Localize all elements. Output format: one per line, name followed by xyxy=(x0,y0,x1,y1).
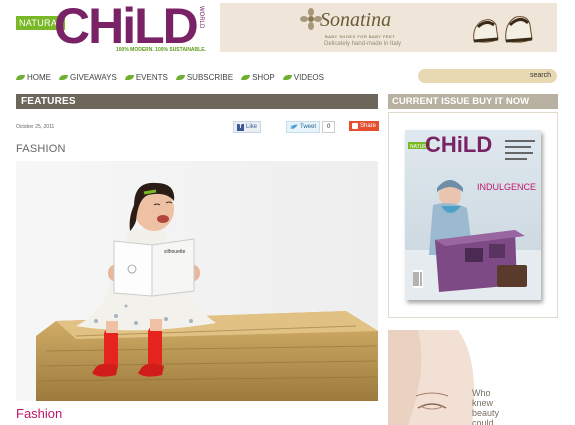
ad-copy: Who knew beauty could xyxy=(472,388,499,425)
nav-subscribe[interactable]: SUBSCRIBE xyxy=(175,72,234,82)
leaf-icon xyxy=(16,74,25,80)
current-issue-header: CURRENT ISSUE BUY IT NOW xyxy=(388,94,558,109)
tweet-count: 0 xyxy=(322,121,336,133)
nav-label: GIVEAWAYS xyxy=(70,72,117,82)
features-title: FEATURES xyxy=(21,96,76,107)
cover-headline: INDULGENCE xyxy=(477,182,536,192)
post-date: October 25, 2011 xyxy=(16,124,55,130)
facebook-icon: f xyxy=(237,123,244,131)
baby-shoes-image xyxy=(473,16,533,43)
leaf-icon xyxy=(124,74,134,80)
ad-flower-icon xyxy=(300,8,322,30)
fb-like-label: Like xyxy=(246,124,258,130)
post-caption-link[interactable]: Fashion xyxy=(16,406,62,421)
nav-videos[interactable]: VIDEOS xyxy=(282,72,324,82)
ad-brand: Sonatina xyxy=(320,9,392,31)
search-input[interactable]: search xyxy=(418,69,557,83)
magazine-cover[interactable]: NATURAL CHiLD INDULGENCE xyxy=(405,130,541,300)
book-label: silhouette xyxy=(164,249,186,255)
site-logo[interactable]: NATURAL CHiLD WORLD 100% MODERN. 100% SU… xyxy=(16,0,206,54)
ad-copy-line: knew xyxy=(472,398,494,408)
ad-subtitle: BABY SHOES FOR BABY FEET xyxy=(325,34,396,39)
logo-tagline: 100% MODERN. 100% SUSTAINABLE. xyxy=(116,47,206,53)
hero-image[interactable]: silhouette xyxy=(16,161,378,401)
logo-world: WORLD xyxy=(198,6,204,29)
nav-home[interactable]: HOME xyxy=(16,73,51,82)
features-header: FEATURES xyxy=(16,94,378,109)
nav-label: SHOP xyxy=(252,72,275,82)
post-title[interactable]: FASHION xyxy=(16,143,66,155)
leaf-icon xyxy=(282,74,292,80)
nav-label: VIDEOS xyxy=(293,72,324,82)
magazine-cover-image: NATURAL CHiLD INDULGENCE xyxy=(405,130,541,300)
facebook-like-button[interactable]: f Like xyxy=(233,121,262,133)
ad-copy-line: Who xyxy=(472,388,491,398)
ad-copy-line: beauty xyxy=(472,408,500,418)
girl-on-haybale-photo: silhouette xyxy=(16,161,378,401)
share-button[interactable]: Share xyxy=(349,121,380,131)
nav-label: HOME xyxy=(27,72,51,82)
tweet-label: Tweet xyxy=(300,124,317,130)
search-label: search xyxy=(529,72,551,79)
ad-banner[interactable]: Sonatina BABY SHOES FOR BABY FEET Delica… xyxy=(220,3,557,52)
nav-shop[interactable]: SHOP xyxy=(241,73,275,82)
tweet-button[interactable]: Tweet xyxy=(286,121,321,133)
leaf-icon xyxy=(175,74,185,80)
share-label: Share xyxy=(360,123,377,129)
nav-label: EVENTS xyxy=(135,72,168,82)
nav-giveaways[interactable]: GIVEAWAYS xyxy=(59,73,117,82)
nav-events[interactable]: EVENTS xyxy=(124,72,168,82)
main-nav: HOME GIVEAWAYS EVENTS SUBSCRIBE SHOP VID… xyxy=(16,70,332,84)
leaf-icon xyxy=(241,74,251,80)
sidebar-beauty-ad[interactable]: Who knew beauty could xyxy=(388,330,558,425)
leaf-icon xyxy=(59,74,68,80)
share-icon xyxy=(352,123,358,129)
ad-copy-line: could xyxy=(472,418,494,425)
nav-label: SUBSCRIBE xyxy=(186,72,234,82)
ad-description: Delicately hand-made in Italy xyxy=(324,41,402,47)
cover-wordmark: CHiLD xyxy=(425,132,492,157)
current-issue-title: CURRENT ISSUE BUY IT NOW xyxy=(392,96,530,107)
twitter-bird-icon xyxy=(290,124,298,129)
